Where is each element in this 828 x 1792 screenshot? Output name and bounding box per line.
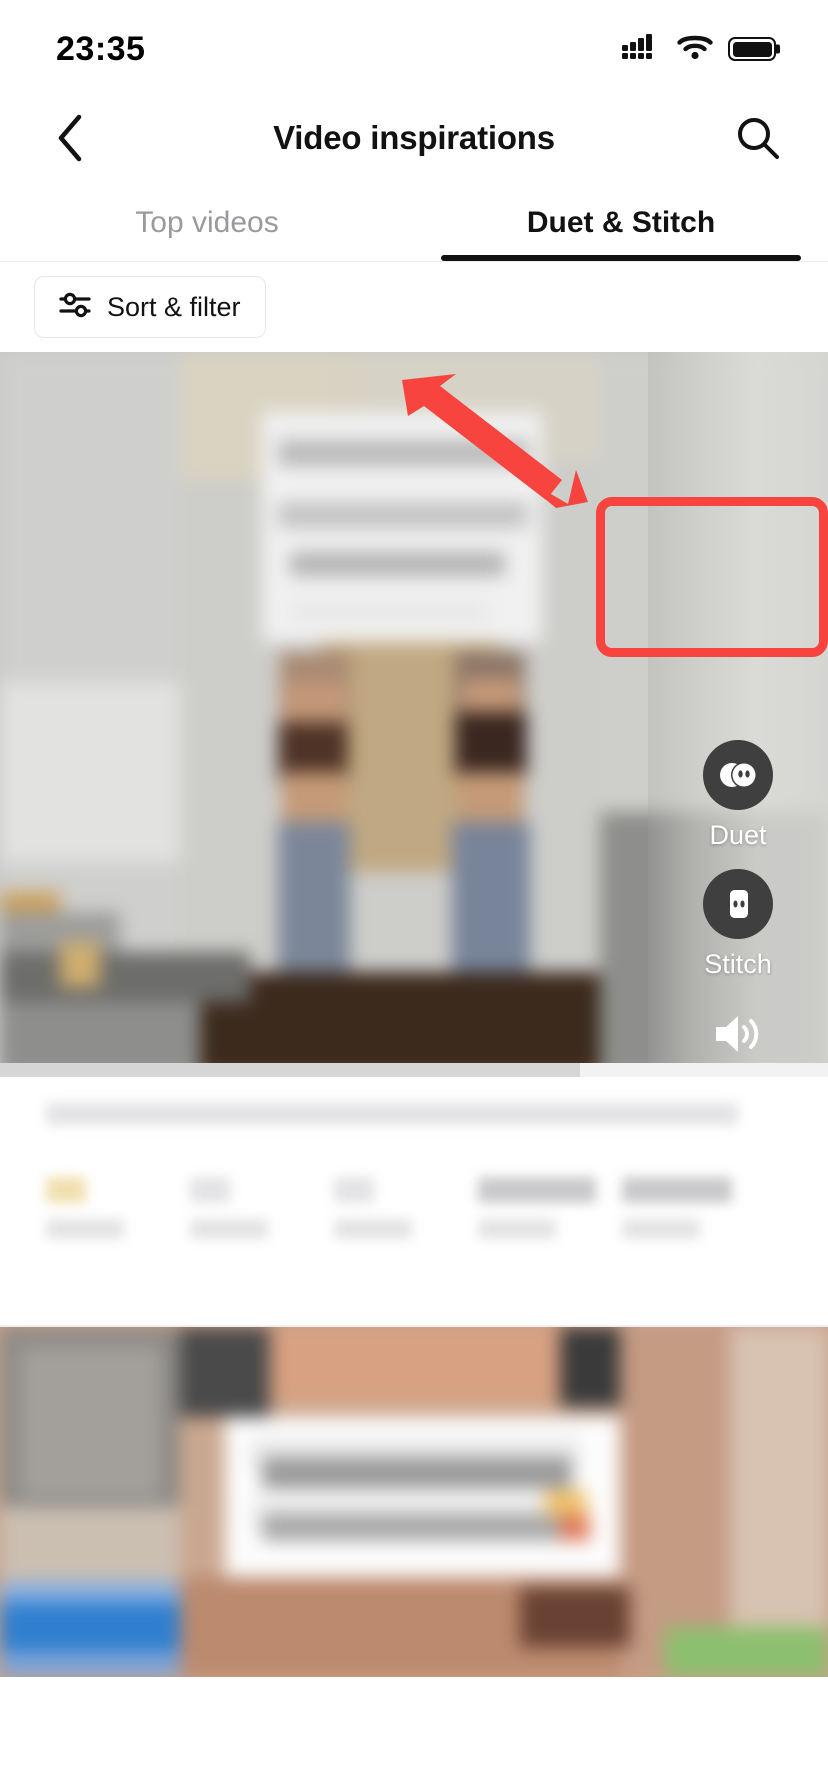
sort-and-filter-button[interactable]: Sort & filter <box>34 276 266 338</box>
status-icons-group <box>622 33 776 66</box>
status-bar: 23:35 <box>0 0 828 92</box>
chevron-left-icon <box>58 114 82 162</box>
stat-item <box>478 1177 598 1239</box>
page-title: Video inspirations <box>273 119 555 156</box>
video-metadata-section <box>0 1077 828 1325</box>
navigation-bar: Video inspirations <box>0 92 828 184</box>
video-thumbnail[interactable] <box>0 1327 828 1677</box>
tab-duet-and-stitch[interactable]: Duet & Stitch <box>414 184 828 261</box>
stitch-icon <box>703 869 773 939</box>
video-action-rail: Duet Stitch <box>648 352 828 1077</box>
sliders-filter-icon <box>59 290 93 325</box>
stitch-label: Stitch <box>704 949 772 979</box>
video-progress-fill <box>0 1063 580 1077</box>
tab-bar: Top videos Duet & Stitch <box>0 184 828 262</box>
back-button[interactable] <box>40 108 100 168</box>
video-thumbnail[interactable]: Duet Stitch <box>0 352 828 1077</box>
stat-item <box>46 1177 166 1239</box>
status-time: 23:35 <box>56 29 146 68</box>
sort-and-filter-label: Sort & filter <box>107 291 241 322</box>
blurred-video-frame <box>0 1327 828 1677</box>
video-progress-bar[interactable] <box>0 1063 828 1077</box>
wifi-icon <box>676 33 714 66</box>
video-card[interactable] <box>0 1327 828 1677</box>
stat-item <box>190 1177 310 1239</box>
tab-top-videos[interactable]: Top videos <box>0 184 414 261</box>
battery-full-icon <box>728 37 776 61</box>
duet-icon <box>703 740 773 810</box>
stitch-action-button[interactable]: Stitch <box>703 869 773 980</box>
speaker-volume-icon <box>716 1016 759 1052</box>
active-tab-indicator <box>441 255 801 261</box>
tab-label: Duet & Stitch <box>526 205 716 239</box>
search-icon <box>738 118 779 159</box>
sound-toggle-button[interactable] <box>706 1002 770 1066</box>
tab-label: Top videos <box>135 205 279 239</box>
video-stats-row <box>46 1177 782 1239</box>
video-card[interactable]: Duet Stitch <box>0 352 828 1327</box>
video-caption-line <box>46 1103 738 1125</box>
filter-bar: Sort & filter <box>0 262 828 352</box>
search-button[interactable] <box>728 108 788 168</box>
stat-item <box>334 1177 454 1239</box>
duet-action-button[interactable]: Duet <box>703 740 773 851</box>
duet-label: Duet <box>709 820 767 850</box>
stat-item <box>622 1177 742 1239</box>
video-feed: Duet Stitch <box>0 352 828 1677</box>
cellular-signal-icon <box>622 33 662 66</box>
